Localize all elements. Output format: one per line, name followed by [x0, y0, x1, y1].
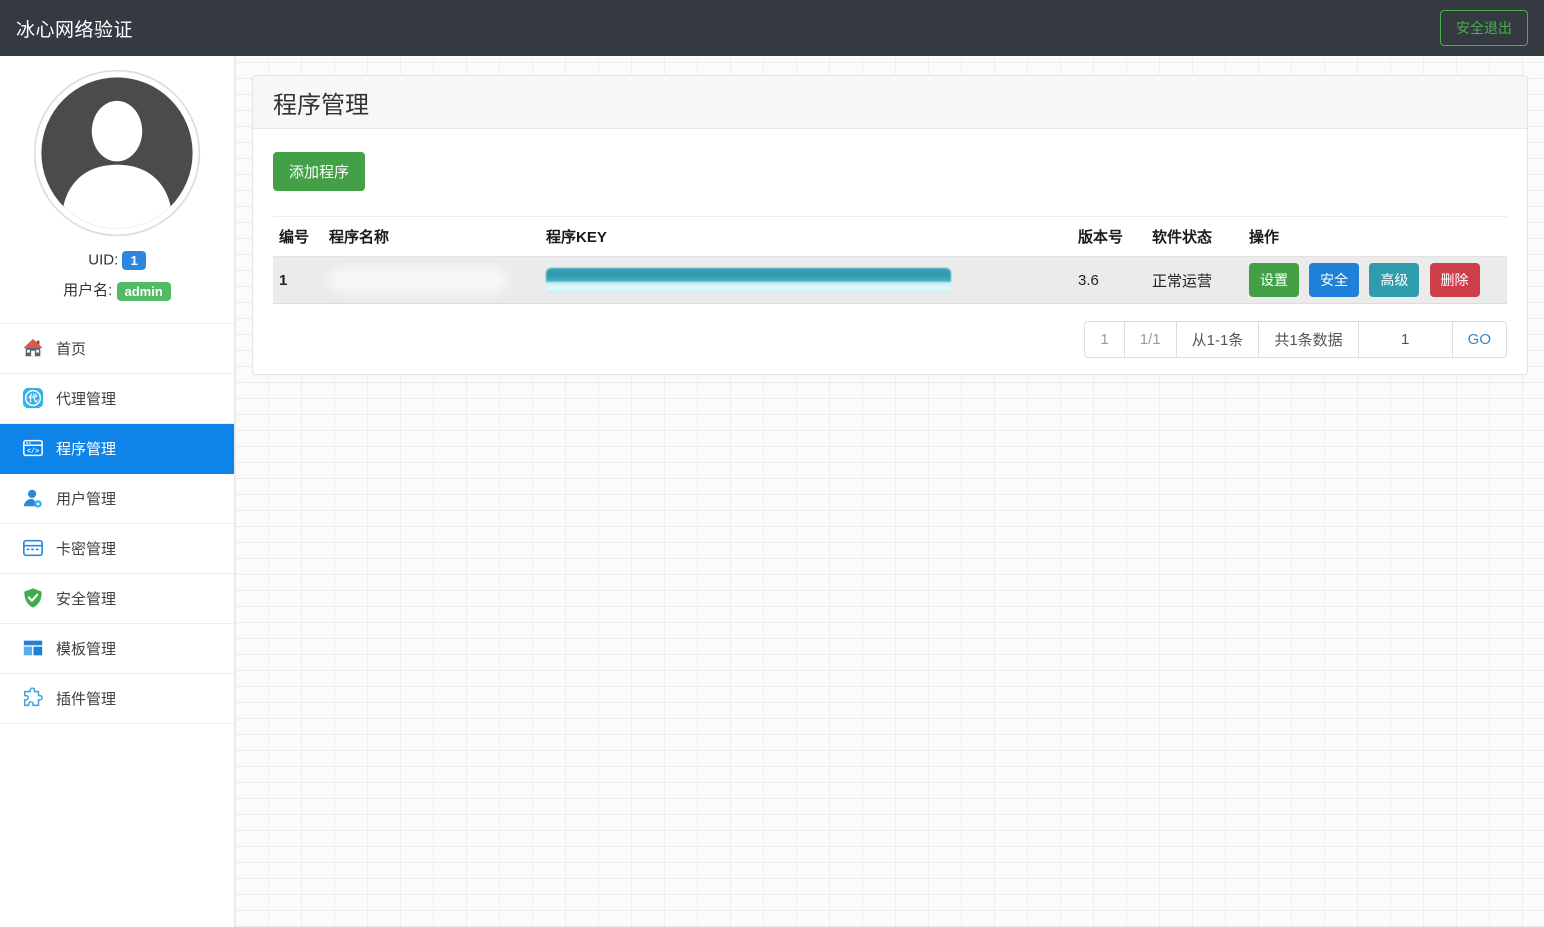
sidebar: UID: 1 用户名: admin — [0, 56, 235, 927]
sidebar-item-programs[interactable]: </> 程序管理 — [0, 424, 234, 474]
page-title: 程序管理 — [273, 85, 369, 120]
cell-key — [540, 257, 1072, 304]
advanced-button[interactable]: 高级 — [1369, 263, 1419, 297]
sidebar-item-label: 插件管理 — [56, 688, 116, 709]
username-row: 用户名: admin — [0, 279, 234, 301]
profile-section: UID: 1 用户名: admin — [0, 56, 234, 301]
sidebar-item-label: 程序管理 — [56, 438, 116, 459]
svg-text:代: 代 — [27, 393, 38, 404]
sidebar-item-security[interactable]: 安全管理 — [0, 574, 234, 624]
table-row: 1 3.6 正常运营 设置 安全 — [273, 257, 1507, 304]
card-icon — [22, 537, 44, 559]
col-header-version: 版本号 — [1072, 217, 1146, 257]
pager-page-input[interactable] — [1359, 322, 1453, 357]
program-icon: </> — [22, 437, 44, 459]
user-icon — [22, 487, 44, 509]
col-header-status: 软件状态 — [1146, 217, 1243, 257]
pager-total: 共1条数据 — [1259, 322, 1358, 357]
shield-icon — [22, 587, 44, 609]
delete-button[interactable]: 删除 — [1430, 263, 1480, 297]
add-program-button[interactable]: 添加程序 — [273, 152, 365, 191]
col-header-key: 程序KEY — [540, 217, 1072, 257]
avatar — [33, 69, 201, 237]
sidebar-item-label: 首页 — [56, 338, 86, 359]
cell-status: 正常运营 — [1146, 257, 1243, 304]
sidebar-item-plugins[interactable]: 插件管理 — [0, 674, 234, 724]
cell-name — [323, 257, 540, 304]
pagination-row: 1 1/1 从1-1条 共1条数据 GO — [273, 321, 1507, 358]
username-label: 用户名: — [63, 282, 112, 299]
sidebar-item-label: 模板管理 — [56, 638, 116, 659]
sidebar-item-cards[interactable]: 卡密管理 — [0, 524, 234, 574]
pager: 1 1/1 从1-1条 共1条数据 GO — [1084, 321, 1507, 358]
redacted-program-key — [546, 268, 951, 293]
redacted-program-name — [329, 268, 507, 292]
pager-go-button[interactable]: GO — [1453, 322, 1506, 357]
settings-button[interactable]: 设置 — [1249, 263, 1299, 297]
programs-table: 编号 程序名称 程序KEY 版本号 软件状态 操作 1 — [273, 216, 1507, 304]
table-header-row: 编号 程序名称 程序KEY 版本号 软件状态 操作 — [273, 217, 1507, 257]
sidebar-item-label: 安全管理 — [56, 588, 116, 609]
card-header: 程序管理 — [253, 76, 1527, 129]
pager-current-page[interactable]: 1 — [1085, 322, 1124, 357]
sidebar-item-users[interactable]: 用户管理 — [0, 474, 234, 524]
cell-id: 1 — [273, 257, 323, 304]
home-icon — [22, 337, 44, 359]
pager-page-of: 1/1 — [1125, 322, 1177, 357]
app-title: 冰心网络验证 — [16, 15, 133, 42]
security-button[interactable]: 安全 — [1309, 263, 1359, 297]
uid-badge: 1 — [122, 251, 145, 270]
pager-range: 从1-1条 — [1177, 322, 1260, 357]
sidebar-menu: 首页 代 代理管理 — [0, 323, 234, 724]
topbar: 冰心网络验证 安全退出 — [0, 0, 1544, 56]
template-icon — [22, 637, 44, 659]
cell-version: 3.6 — [1072, 257, 1146, 304]
sidebar-item-home[interactable]: 首页 — [0, 324, 234, 374]
card-body: 添加程序 编号 程序名称 程序KEY 版本号 软件状态 操作 — [253, 129, 1527, 358]
sidebar-item-templates[interactable]: 模板管理 — [0, 624, 234, 674]
sidebar-item-label: 卡密管理 — [56, 538, 116, 559]
col-header-name: 程序名称 — [323, 217, 540, 257]
program-management-card: 程序管理 添加程序 编号 程序名称 程序KEY 版本号 软件状态 操作 — [252, 75, 1528, 375]
col-header-id: 编号 — [273, 217, 323, 257]
logout-button[interactable]: 安全退出 — [1440, 10, 1528, 46]
sidebar-item-label: 用户管理 — [56, 488, 116, 509]
uid-label: UID: — [88, 251, 118, 268]
uid-row: UID: 1 — [0, 251, 234, 270]
sidebar-item-agents[interactable]: 代 代理管理 — [0, 374, 234, 424]
main-content: 程序管理 添加程序 编号 程序名称 程序KEY 版本号 软件状态 操作 — [235, 56, 1544, 927]
svg-text:</>: </> — [27, 448, 39, 456]
username-badge: admin — [117, 282, 171, 301]
cell-actions: 设置 安全 高级 删除 — [1243, 257, 1507, 304]
sidebar-item-label: 代理管理 — [56, 388, 116, 409]
plugin-icon — [22, 687, 44, 709]
agent-icon: 代 — [22, 387, 44, 409]
col-header-actions: 操作 — [1243, 217, 1507, 257]
